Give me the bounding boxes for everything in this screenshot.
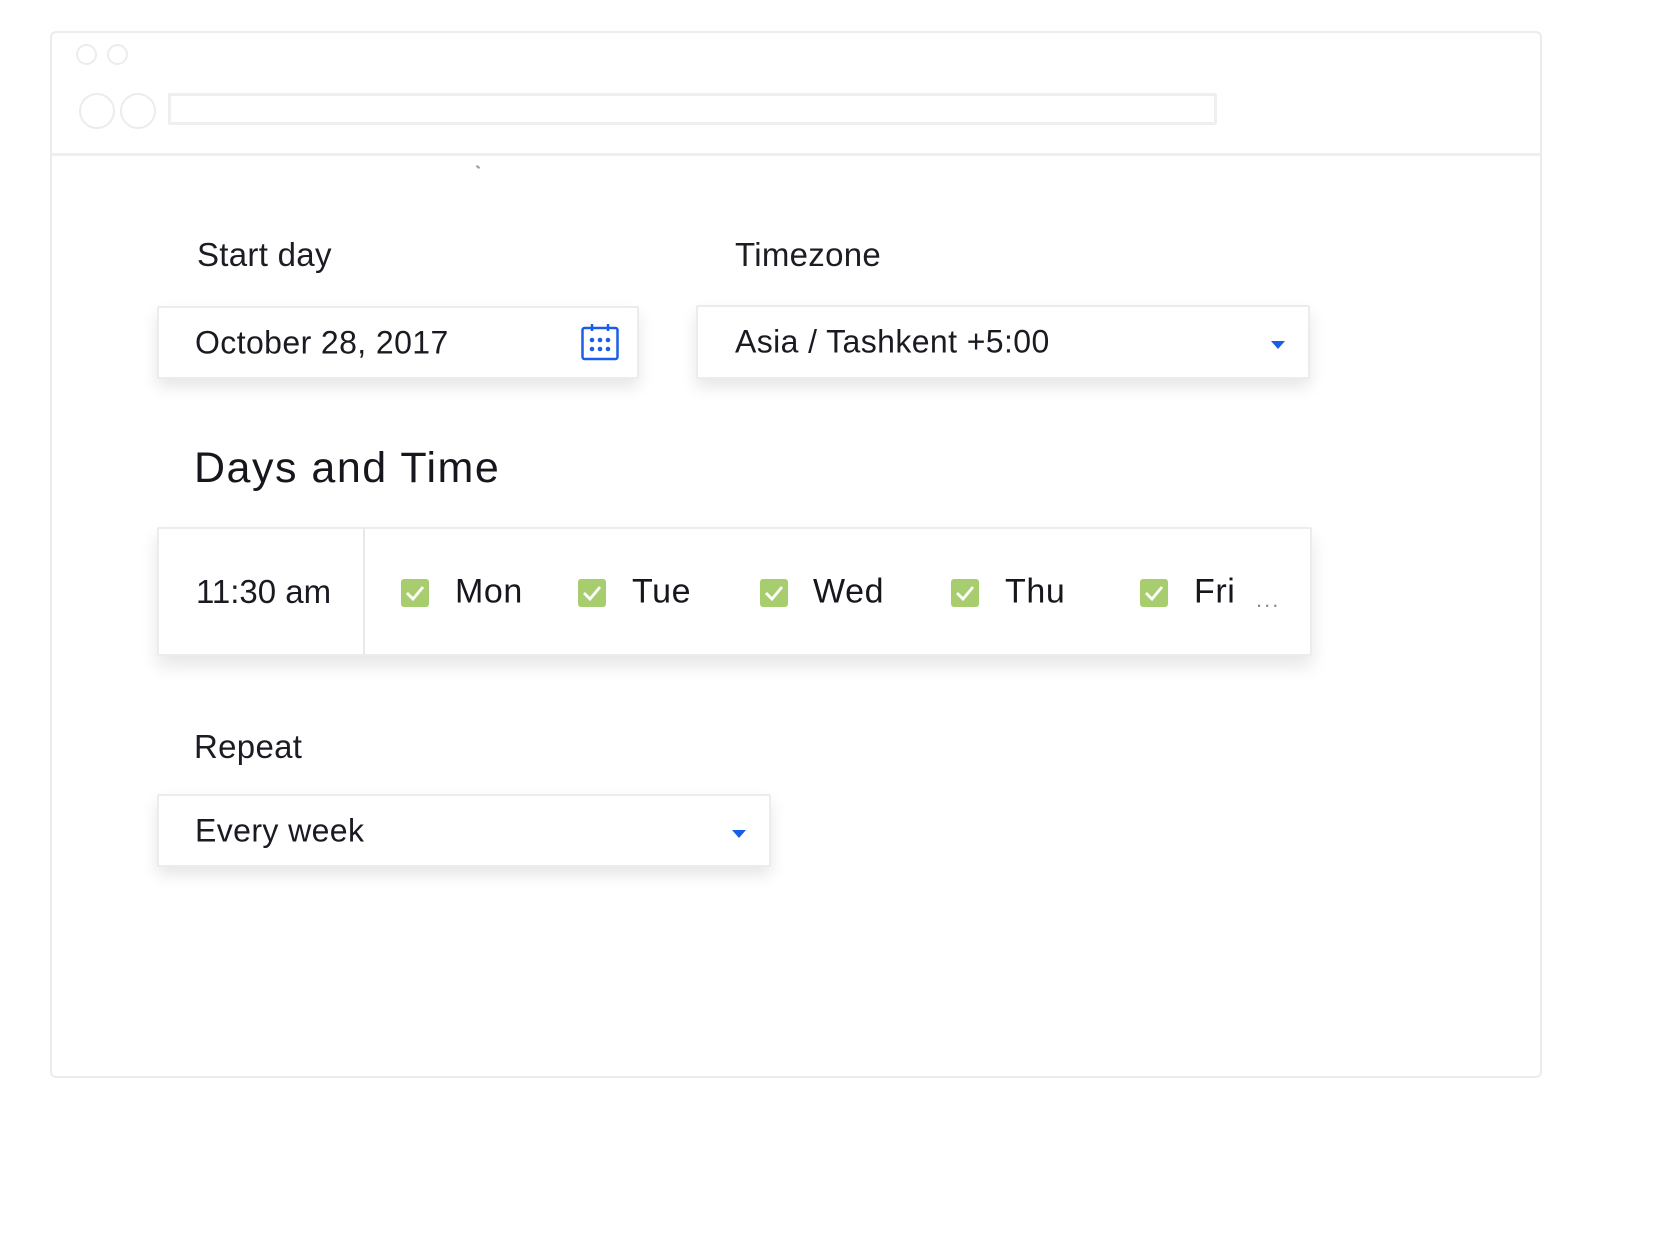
window-minimize-dot[interactable] [107, 44, 128, 65]
forward-button[interactable] [120, 93, 156, 129]
day-label: Thu [1005, 572, 1066, 611]
day-mon[interactable]: Mon [401, 573, 522, 611]
repeat-select[interactable]: Every week [157, 794, 771, 867]
repeat-label: Repeat [194, 728, 303, 765]
check-icon [406, 586, 425, 602]
start-day-label: Start day [197, 236, 332, 273]
window-close-dot[interactable] [76, 44, 97, 65]
back-button[interactable] [79, 93, 115, 129]
browser-titlebar [52, 33, 1540, 156]
days-and-time-row: 11:30 am Mon Tue Wed Thu Fri ... [157, 527, 1312, 656]
check-icon [1145, 586, 1164, 602]
more-days-indicator[interactable]: ... [1256, 587, 1280, 613]
check-icon [583, 586, 602, 602]
day-wed[interactable]: Wed [760, 573, 884, 611]
start-day-value: October 28, 2017 [195, 324, 449, 360]
checkbox-mon[interactable] [401, 579, 429, 607]
start-day-input[interactable]: October 28, 2017 [157, 306, 639, 379]
day-label: Wed [813, 572, 885, 611]
day-label: Mon [455, 572, 523, 611]
calendar-icon[interactable] [581, 323, 619, 361]
check-icon [765, 586, 784, 602]
checkbox-fri[interactable] [1140, 579, 1168, 607]
check-icon [956, 586, 975, 602]
day-tue[interactable]: Tue [578, 573, 691, 611]
timezone-select[interactable]: Asia / Tashkent +5:00 [696, 305, 1310, 379]
address-bar[interactable] [168, 93, 1217, 125]
checkbox-tue[interactable] [578, 579, 606, 607]
repeat-value: Every week [195, 812, 365, 848]
timezone-value: Asia / Tashkent +5:00 [735, 323, 1050, 360]
time-value: 11:30 am [196, 572, 332, 610]
days-and-time-heading: Days and Time [194, 444, 501, 492]
caret-down-icon [732, 830, 746, 838]
caret-down-icon [1271, 341, 1285, 349]
checkbox-thu[interactable] [951, 579, 979, 607]
day-thu[interactable]: Thu [951, 573, 1065, 611]
day-fri[interactable]: Fri [1140, 573, 1235, 611]
day-label: Tue [632, 572, 692, 611]
time-cell[interactable]: 11:30 am [159, 529, 365, 654]
day-label: Fri [1194, 572, 1236, 611]
timezone-label: Timezone [735, 236, 882, 273]
checkbox-wed[interactable] [760, 579, 788, 607]
